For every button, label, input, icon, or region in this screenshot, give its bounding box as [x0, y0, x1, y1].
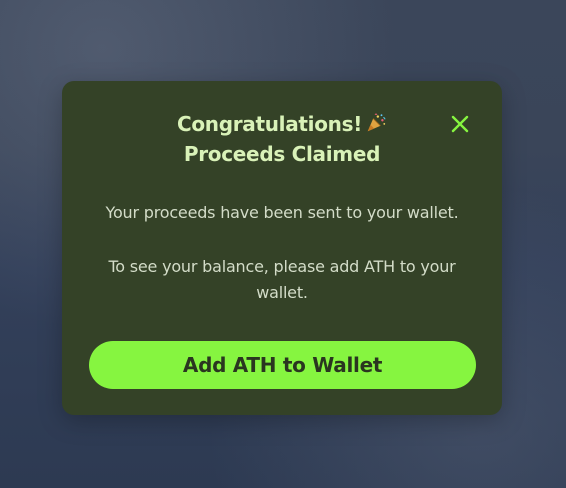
modal-title-line-2: Proceeds Claimed [183, 142, 381, 166]
title-congratulations: Congratulations! [176, 112, 363, 136]
modal-title: Congratulations! Proceeds Claimed [62, 109, 502, 169]
add-ath-to-wallet-button[interactable]: Add ATH to Wallet [89, 341, 476, 389]
party-popper-icon [367, 113, 386, 132]
close-button[interactable] [446, 110, 474, 138]
modal-title-line-1: Congratulations! [62, 109, 502, 139]
claim-success-modal: Congratulations! Proceeds Claimed Your p… [62, 81, 502, 415]
message-add-token: To see your balance, please add ATH to y… [108, 257, 456, 302]
close-icon [451, 115, 469, 133]
message-proceeds-sent: Your proceeds have been sent to your wal… [105, 203, 459, 222]
